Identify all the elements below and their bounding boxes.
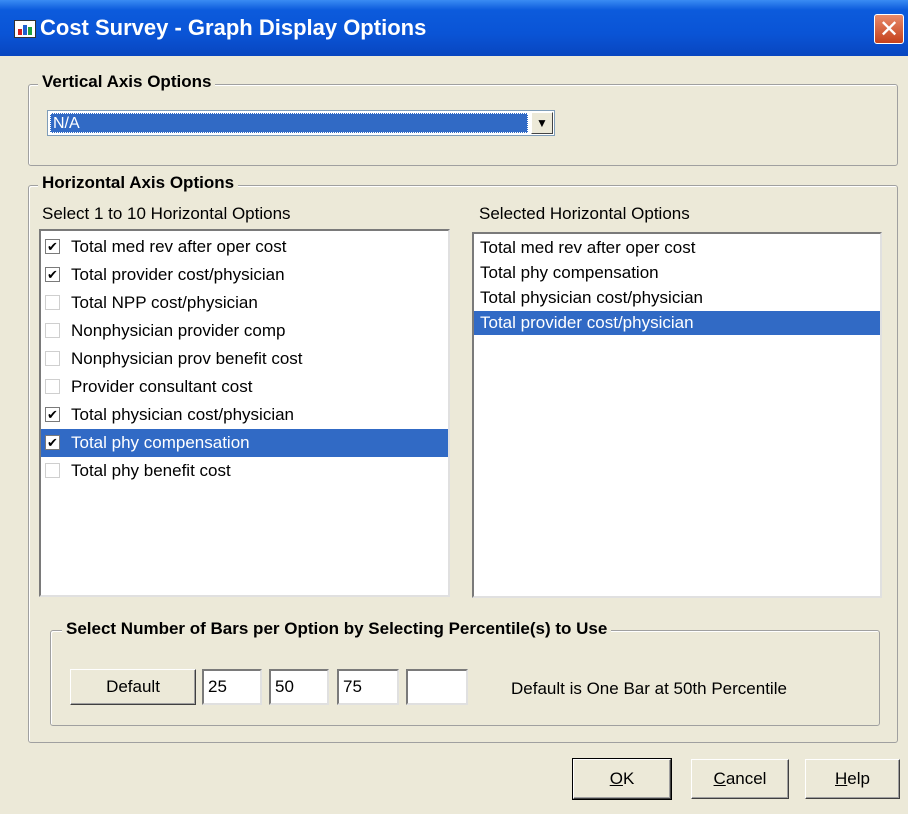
help-label-rest: elp bbox=[847, 769, 870, 788]
option-label: Total provider cost/physician bbox=[71, 265, 285, 284]
horizontal-options-list[interactable]: ✔ Total med rev after oper cost ✔ Total pro… bbox=[39, 229, 450, 597]
option-row[interactable]: ✔ Total provider cost/physician bbox=[41, 261, 448, 289]
selected-option-item[interactable]: Total med rev after oper cost bbox=[474, 236, 880, 260]
window-title: Cost Survey - Graph Display Options bbox=[40, 15, 427, 40]
percentile-group-title: Select Number of Bars per Option by Sele… bbox=[62, 619, 612, 639]
option-label: Nonphysician prov benefit cost bbox=[71, 349, 303, 368]
selected-options-list[interactable]: Total med rev after oper cost Total phy c… bbox=[472, 232, 882, 598]
cancel-mnemonic: C bbox=[713, 769, 726, 788]
horizontal-axis-group-title: Horizontal Axis Options bbox=[38, 173, 239, 193]
checkbox-checked-icon[interactable]: ✔ bbox=[45, 239, 60, 254]
checkbox-checked-icon[interactable]: ✔ bbox=[45, 407, 60, 422]
option-row[interactable]: Total NPP cost/physician bbox=[41, 289, 448, 317]
option-row[interactable]: Total phy benefit cost bbox=[41, 457, 448, 485]
checkbox-unchecked-icon[interactable] bbox=[45, 379, 60, 394]
option-row[interactable]: Provider consultant cost bbox=[41, 373, 448, 401]
percentile-input-1[interactable]: 25 bbox=[202, 669, 262, 705]
selected-option-item[interactable]: Total physician cost/physician bbox=[474, 286, 880, 310]
vertical-axis-select[interactable]: N/A ▼ bbox=[47, 110, 555, 136]
checkbox-checked-icon[interactable]: ✔ bbox=[45, 435, 60, 450]
option-label: Provider consultant cost bbox=[71, 377, 253, 396]
horizontal-options-label: Select 1 to 10 Horizontal Options bbox=[42, 204, 291, 223]
vertical-axis-selected-value: N/A bbox=[50, 113, 528, 133]
vertical-axis-group-title: Vertical Axis Options bbox=[38, 72, 216, 92]
checkbox-unchecked-icon[interactable] bbox=[45, 351, 60, 366]
selected-options-label: Selected Horizontal Options bbox=[479, 204, 690, 223]
option-label: Total phy benefit cost bbox=[71, 461, 231, 480]
app-icon bbox=[14, 20, 36, 38]
checkbox-unchecked-icon[interactable] bbox=[45, 295, 60, 310]
cancel-button[interactable]: Cancel bbox=[691, 759, 789, 799]
percentile-input-3[interactable]: 75 bbox=[337, 669, 399, 705]
option-row[interactable]: Nonphysician prov benefit cost bbox=[41, 345, 448, 373]
chevron-down-icon[interactable]: ▼ bbox=[531, 112, 553, 134]
help-mnemonic: H bbox=[835, 769, 848, 788]
option-row[interactable]: ✔ Total med rev after oper cost bbox=[41, 233, 448, 261]
ok-mnemonic: O bbox=[609, 769, 623, 788]
default-button[interactable]: Default bbox=[70, 669, 196, 705]
ok-label-rest: K bbox=[622, 769, 635, 788]
option-label: Total phy compensation bbox=[71, 433, 250, 452]
selected-option-item[interactable]: Total phy compensation bbox=[474, 261, 880, 285]
option-label: Total physician cost/physician bbox=[71, 405, 295, 424]
checkbox-checked-icon[interactable]: ✔ bbox=[45, 267, 60, 282]
help-button[interactable]: Help bbox=[805, 759, 900, 799]
option-label: Nonphysician provider comp bbox=[71, 321, 286, 340]
selected-option-item[interactable]: Total provider cost/physician bbox=[474, 311, 880, 335]
checkbox-unchecked-icon[interactable] bbox=[45, 323, 60, 338]
title-bar[interactable]: Cost Survey - Graph Display Options ✕ bbox=[0, 0, 908, 56]
percentile-input-4[interactable] bbox=[406, 669, 468, 705]
checkbox-unchecked-icon[interactable] bbox=[45, 463, 60, 478]
cancel-label-rest: ancel bbox=[725, 769, 767, 788]
option-row[interactable]: Nonphysician provider comp bbox=[41, 317, 448, 345]
ok-button[interactable]: OK bbox=[572, 758, 672, 800]
close-icon[interactable]: ✕ bbox=[874, 14, 904, 44]
option-row[interactable]: ✔ Total phy compensation bbox=[41, 429, 448, 457]
option-label: Total NPP cost/physician bbox=[71, 293, 258, 312]
option-label: Total med rev after oper cost bbox=[71, 237, 287, 256]
percentile-input-2[interactable]: 50 bbox=[269, 669, 329, 705]
option-row[interactable]: ✔ Total physician cost/physician bbox=[41, 401, 448, 429]
percentile-note: Default is One Bar at 50th Percentile bbox=[511, 679, 787, 698]
